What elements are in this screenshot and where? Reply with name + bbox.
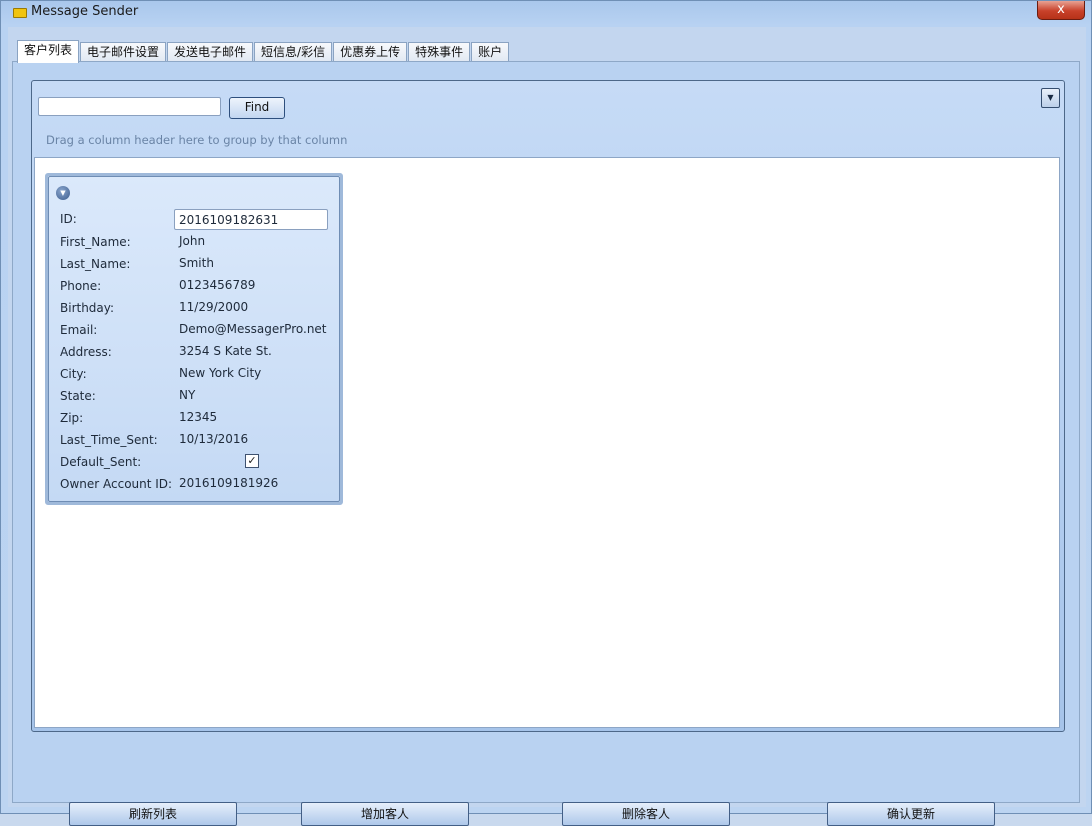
field-label-first-name: First_Name: [60,235,131,249]
field-value-birthday[interactable]: 11/29/2000 [179,298,248,317]
tab-coupon-upload[interactable]: 优惠券上传 [333,42,408,63]
field-birthday: Birthday: 11/29/2000 [60,298,330,318]
tab-email-settings[interactable]: 电子邮件设置 [80,42,167,63]
tab-special-events[interactable]: 特殊事件 [408,42,471,63]
field-label-zip: Zip: [60,411,84,425]
field-value-last-time-sent[interactable]: 10/13/2016 [179,430,248,449]
delete-customer-button[interactable]: 删除客人 [562,802,730,826]
tab-customer-list[interactable]: 客户列表 [17,40,80,63]
confirm-update-button[interactable]: 确认更新 [827,802,995,826]
field-value-zip[interactable]: 12345 [179,408,217,427]
field-value-phone[interactable]: 0123456789 [179,276,255,295]
field-email: Email: Demo@MessagerPro.net [60,320,330,340]
field-value-owner-account-id[interactable]: 2016109181926 [179,474,278,493]
field-label-state: State: [60,389,96,403]
field-value-last-name[interactable]: Smith [179,254,214,273]
field-value-first-name[interactable]: John [179,232,205,251]
field-label-owner-account-id: Owner Account ID: [60,477,173,491]
field-value-state[interactable]: NY [179,386,195,405]
title-bar: Message Sender x [1,1,1091,25]
field-label-birthday: Birthday: [60,301,115,315]
field-phone: Phone: 0123456789 [60,276,330,296]
field-default-sent: Default_Sent: ✓ [60,452,330,472]
close-button[interactable]: x [1037,1,1085,20]
customer-card-view: Find Drag a column header here to group … [31,80,1065,732]
field-value-address[interactable]: 3254 S Kate St. [179,342,272,361]
customer-list-panel: Find Drag a column header here to group … [12,61,1080,826]
field-label-phone: Phone: [60,279,102,293]
field-label-default-sent: Default_Sent: [60,455,142,469]
customer-card: ▼ ID: First_Name: John Last_Name: [45,173,343,505]
app-window: Message Sender x 客户列表 电子邮件设置 发送电子邮件 短信息/… [0,0,1092,826]
field-label-last-time-sent: Last_Time_Sent: [60,433,158,447]
field-label-city: City: [60,367,87,381]
field-value-email[interactable]: Demo@MessagerPro.net [179,320,327,339]
tab-strip: 客户列表 电子邮件设置 发送电子邮件 短信息/彩信 优惠券上传 特殊事件 账户 [17,40,510,63]
field-label-last-name: Last_Name: [60,257,131,271]
find-button[interactable]: Find [229,97,285,119]
field-last-time-sent: Last_Time_Sent: 10/13/2016 [60,430,330,450]
refresh-list-button[interactable]: 刷新列表 [69,802,237,826]
field-city: City: New York City [60,364,330,384]
customer-card-body: ▼ ID: First_Name: John Last_Name: [48,176,340,502]
view-options-dropdown-icon[interactable]: ▼ [1041,88,1060,108]
default-sent-checkbox[interactable]: ✓ [245,454,259,468]
field-state: State: NY [60,386,330,406]
cards-area: ▼ ID: First_Name: John Last_Name: [34,157,1060,728]
field-owner-account-id: Owner Account ID: 2016109181926 [60,474,330,494]
field-address: Address: 3254 S Kate St. [60,342,330,362]
field-last-name: Last_Name: Smith [60,254,330,274]
field-label-id: ID: [60,212,77,226]
field-label-email: Email: [60,323,98,337]
id-input[interactable] [174,209,328,230]
group-by-hint: Drag a column header here to group by th… [46,133,348,147]
field-id: ID: [60,209,330,230]
tab-account[interactable]: 账户 [471,42,510,63]
tab-sms-mms[interactable]: 短信息/彩信 [254,42,333,63]
search-input[interactable] [38,97,221,116]
field-first-name: First_Name: John [60,232,330,252]
field-label-address: Address: [60,345,112,359]
collapse-card-icon[interactable]: ▼ [56,186,70,200]
add-customer-button[interactable]: 增加客人 [301,802,469,826]
field-value-city[interactable]: New York City [179,364,261,383]
client-area: 客户列表 电子邮件设置 发送电子邮件 短信息/彩信 优惠券上传 特殊事件 账户 … [8,27,1086,826]
window-title: Message Sender [31,4,139,19]
app-icon [13,8,27,18]
field-zip: Zip: 12345 [60,408,330,428]
tab-send-email[interactable]: 发送电子邮件 [167,42,254,63]
